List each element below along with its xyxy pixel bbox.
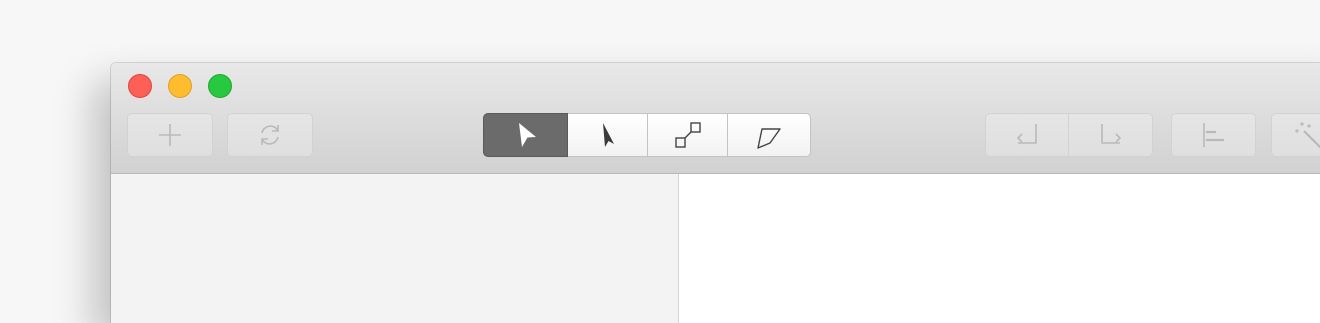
select-arrow-icon xyxy=(518,123,536,147)
redo-button[interactable] xyxy=(1069,113,1153,157)
redo-icon xyxy=(1100,124,1121,144)
undo-button[interactable] xyxy=(985,113,1069,157)
magic-wand-icon xyxy=(1295,122,1320,149)
refresh-icon xyxy=(261,125,279,145)
node-tool-button[interactable] xyxy=(648,113,728,157)
tool-selector xyxy=(483,113,811,157)
app-window xyxy=(111,63,1320,323)
minimize-window-button[interactable] xyxy=(168,74,192,98)
zoom-window-button[interactable] xyxy=(208,74,232,98)
close-window-button[interactable] xyxy=(128,74,152,98)
align-left-icon xyxy=(1202,123,1224,147)
title-bar xyxy=(111,63,1320,174)
align-button[interactable] xyxy=(1171,113,1256,157)
history-controls xyxy=(985,113,1153,157)
direct-select-arrow-icon xyxy=(602,123,614,147)
direct-select-tool-button[interactable] xyxy=(568,113,648,157)
plus-icon xyxy=(159,124,181,146)
polygon-tool-button[interactable] xyxy=(728,113,811,157)
canvas-area[interactable] xyxy=(679,174,1320,323)
magic-button[interactable] xyxy=(1271,113,1320,157)
sidebar-panel xyxy=(111,174,679,323)
node-squares-icon xyxy=(674,122,701,148)
polygon-icon xyxy=(757,128,781,149)
undo-icon xyxy=(1016,124,1037,144)
add-button[interactable] xyxy=(127,113,213,157)
refresh-button[interactable] xyxy=(227,113,313,157)
select-tool-button[interactable] xyxy=(483,113,568,157)
